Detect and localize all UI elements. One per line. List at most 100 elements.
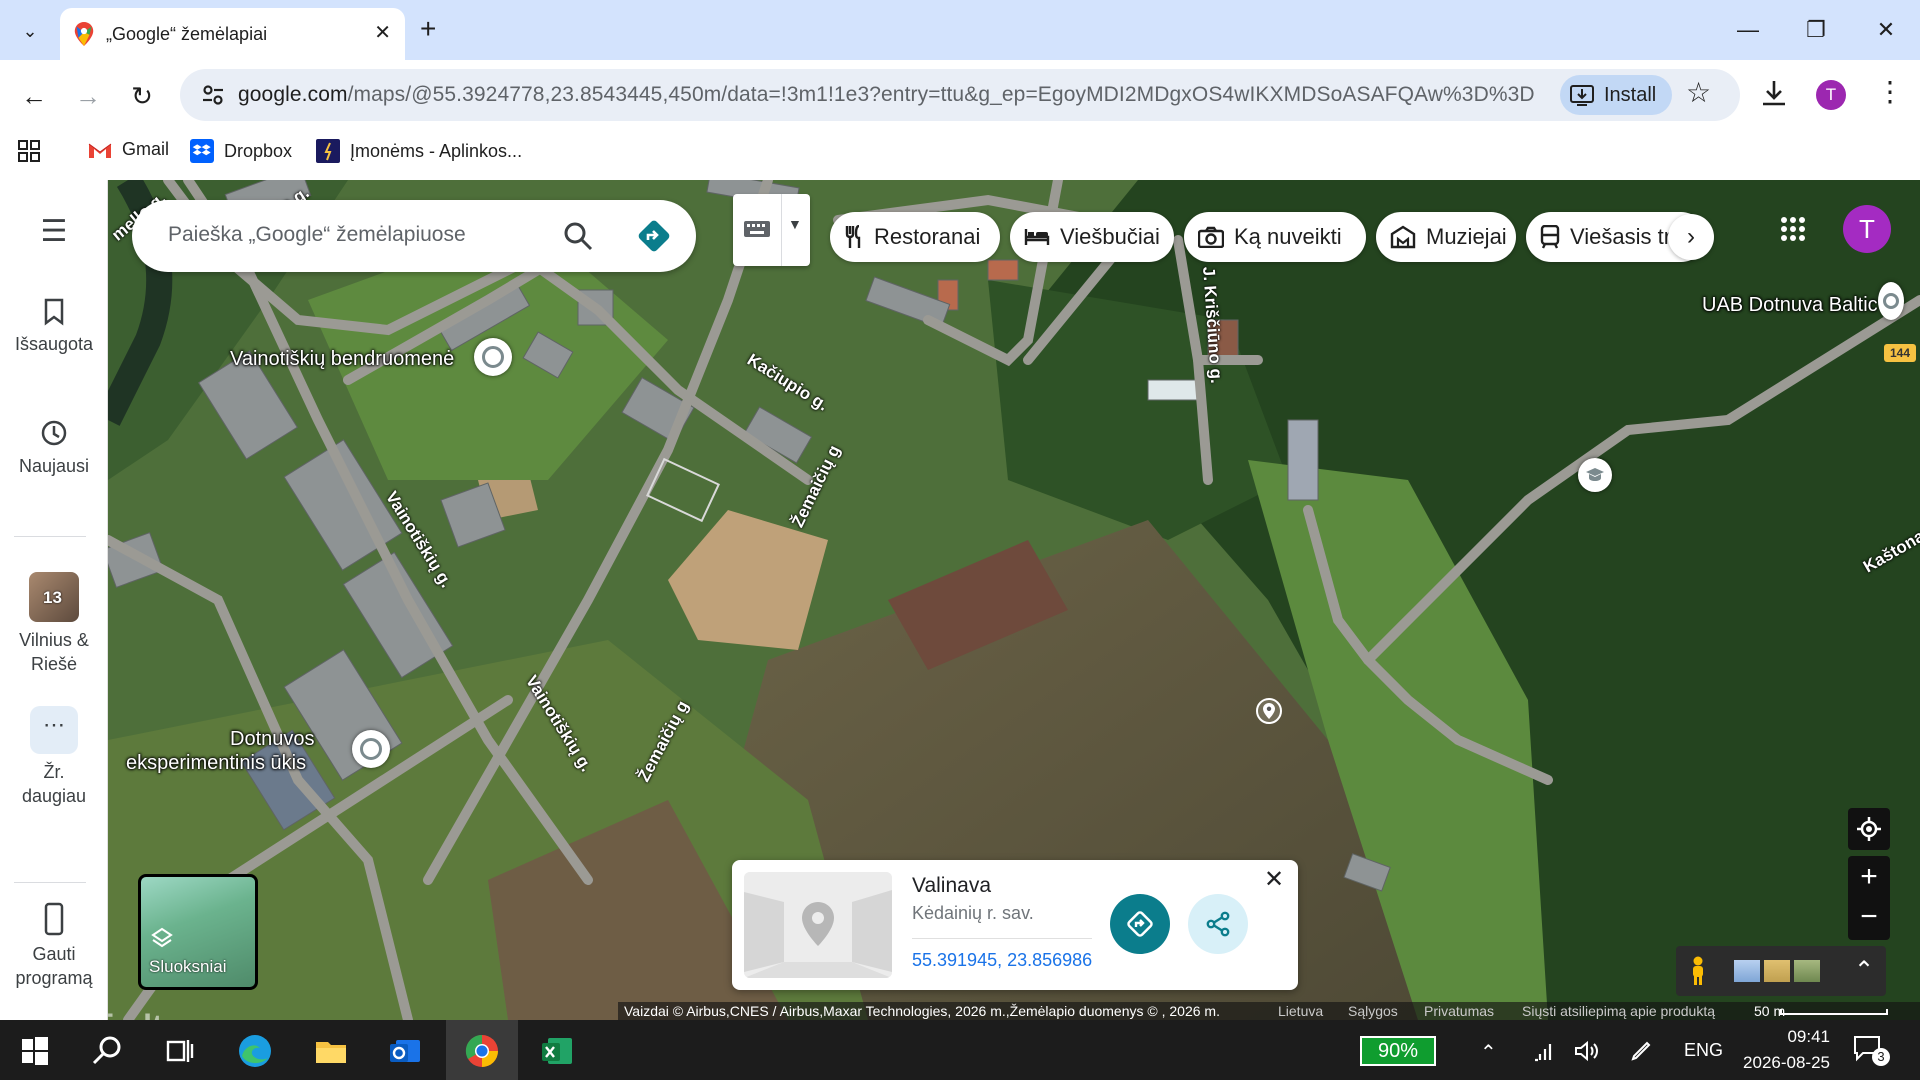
chrome-icon[interactable]	[459, 1028, 505, 1074]
search-input[interactable]: Paieška „Google“ žemėlapiuose	[168, 223, 466, 247]
place-label-uab-dotnuva-baltic[interactable]: UAB Dotnuva Baltic	[1702, 294, 1878, 317]
share-icon	[1206, 911, 1230, 937]
tab-search-chevron-icon[interactable]: ⌄	[10, 11, 50, 51]
close-window-icon[interactable]: ✕	[1856, 10, 1916, 50]
card-directions-button[interactable]	[1110, 894, 1170, 954]
search-icon[interactable]	[562, 220, 594, 252]
road-number-badge: 144	[1884, 344, 1916, 362]
url-text[interactable]: google.com/maps/@55.3924778,23.8543445,4…	[238, 83, 1535, 107]
chip-museums[interactable]: Muziejai	[1376, 212, 1516, 262]
privacy-link[interactable]: Privatumas	[1424, 1003, 1494, 1019]
tray-overflow-icon[interactable]: ⌃	[1480, 1040, 1497, 1065]
dropbox-icon	[190, 139, 214, 163]
place-thumbnail[interactable]	[744, 872, 892, 978]
place-pin-icon[interactable]	[474, 338, 512, 376]
volume-icon[interactable]	[1574, 1040, 1600, 1062]
hamburger-menu-icon[interactable]: ☰	[0, 217, 108, 247]
forward-arrow-icon[interactable]: →	[68, 76, 108, 116]
pegman-icon[interactable]	[1688, 956, 1708, 986]
place-label-dotnuvos[interactable]: Dotnuvos	[230, 728, 315, 751]
bookmark-gmail[interactable]: Gmail	[88, 139, 169, 160]
excel-icon[interactable]	[534, 1028, 580, 1074]
browser-profile-avatar[interactable]: T	[1816, 80, 1846, 110]
saved-button[interactable]: Išsaugota	[0, 298, 108, 356]
search-icon[interactable]	[84, 1028, 130, 1074]
maps-search-box[interactable]: Paieška „Google“ žemėlapiuose	[132, 200, 696, 272]
reload-icon[interactable]: ↻	[122, 76, 162, 116]
notifications-button[interactable]: 3	[1852, 1034, 1892, 1068]
maps-side-rail: ☰ Išsaugota Naujausi 13 Vilnius & Riešė …	[0, 180, 108, 1020]
dropped-pin-marker-icon[interactable]	[1256, 698, 1282, 724]
minimize-icon[interactable]: —	[1718, 10, 1778, 50]
network-icon[interactable]	[1532, 1040, 1556, 1062]
place-name: Valinava	[912, 874, 991, 897]
restore-icon[interactable]: ❐	[1786, 10, 1846, 50]
bookmark-star-icon[interactable]: ☆	[1686, 78, 1711, 108]
more-button[interactable]: ⋯ Žr. daugiau	[0, 706, 108, 808]
dropdown-caret-icon[interactable]: ▼	[788, 216, 802, 232]
input-tools-button[interactable]: ▼	[733, 194, 810, 266]
place-coordinates-link[interactable]: 55.391945, 23.856986	[912, 950, 1092, 971]
chip-restaurants[interactable]: Restoranai	[830, 212, 1000, 262]
country-link[interactable]: Lietuva	[1278, 1003, 1323, 1019]
url-path: /maps/@55.3924778,23.8543445,450m/data=!…	[347, 83, 1535, 106]
terms-link[interactable]: Sąlygos	[1348, 1003, 1398, 1019]
imagery-strip: ⌃	[1676, 946, 1886, 996]
download-icon[interactable]	[1760, 78, 1788, 108]
google-account-avatar[interactable]: T	[1843, 205, 1891, 253]
trip-label: Vilnius & Riešė	[19, 630, 89, 674]
install-app-button[interactable]: Install	[1560, 75, 1672, 115]
tab-close-icon[interactable]: ✕	[374, 22, 391, 44]
place-pin-icon[interactable]	[1878, 282, 1904, 320]
imagery-thumb[interactable]	[1794, 960, 1820, 982]
imagery-thumb[interactable]	[1764, 960, 1790, 982]
directions-icon[interactable]	[636, 218, 672, 254]
browser-tab[interactable]: „Google“ žemėlapiai ✕	[60, 8, 405, 60]
gmail-icon	[88, 143, 112, 158]
bookmark-dropbox[interactable]: Dropbox	[190, 139, 292, 163]
chip-hotels[interactable]: Viešbučiai	[1010, 212, 1174, 262]
windows-start-icon[interactable]	[12, 1028, 58, 1074]
expand-up-icon[interactable]: ⌃	[1854, 956, 1874, 985]
apps-grid-icon[interactable]	[18, 140, 40, 162]
my-location-button[interactable]	[1848, 808, 1890, 850]
input-language[interactable]: ENG	[1684, 1040, 1723, 1061]
place-info-card[interactable]: Valinava Kėdainių r. sav. 55.391945, 23.…	[732, 860, 1298, 990]
chip-label: Viešasis tr	[1570, 224, 1672, 249]
trip-list-button[interactable]: 13 Vilnius & Riešė	[0, 572, 108, 676]
place-pin-icon[interactable]	[352, 730, 390, 768]
school-pin-icon[interactable]	[1578, 458, 1612, 492]
battery-indicator[interactable]: 90%	[1360, 1036, 1436, 1066]
get-app-button[interactable]: Gauti programą	[0, 902, 108, 990]
system-clock[interactable]: 09:41 2026-08-25	[1740, 1024, 1830, 1076]
install-icon	[1570, 85, 1594, 106]
site-settings-icon[interactable]	[200, 82, 226, 108]
zoom-in-icon[interactable]: +	[1860, 856, 1878, 898]
place-region: Kėdainių r. sav.	[912, 903, 1034, 923]
file-explorer-icon[interactable]	[308, 1028, 354, 1074]
place-label-vainotiskiu-bendruomene[interactable]: Vainotiškių bendruomenė	[230, 348, 454, 371]
edge-browser-icon[interactable]	[232, 1028, 278, 1074]
pen-icon[interactable]	[1630, 1040, 1654, 1062]
card-close-icon[interactable]: ✕	[1264, 868, 1284, 892]
chip-things-to-do[interactable]: Ką nuveikti	[1184, 212, 1366, 262]
zoom-out-icon[interactable]: −	[1860, 898, 1878, 940]
task-view-icon[interactable]	[156, 1028, 202, 1074]
history-icon	[41, 420, 67, 446]
address-bar[interactable]: google.com/maps/@55.3924778,23.8543445,4…	[180, 69, 1740, 121]
place-label-eksperimentinis-ukis[interactable]: eksperimentinis ūkis	[126, 752, 306, 775]
browser-menu-icon[interactable]: ⋮	[1876, 77, 1904, 107]
card-share-button[interactable]	[1188, 894, 1248, 954]
chips-next-chevron-icon[interactable]: ›	[1668, 214, 1714, 260]
feedback-link[interactable]: Siųsti atsiliepimą apie produktą	[1522, 1003, 1715, 1019]
get-app-label: Gauti programą	[15, 944, 93, 988]
bookmark-imonems[interactable]: Įmonėms - Aplinkos...	[316, 139, 522, 163]
google-apps-icon[interactable]	[1780, 216, 1806, 242]
new-tab-plus-icon[interactable]: +	[420, 14, 436, 44]
hotel-bed-icon	[1024, 229, 1050, 245]
back-arrow-icon[interactable]: ←	[14, 76, 54, 116]
layers-button[interactable]: Sluoksniai	[138, 874, 258, 990]
recent-button[interactable]: Naujausi	[0, 418, 108, 478]
imagery-thumb[interactable]	[1734, 960, 1760, 982]
outlook-icon[interactable]	[382, 1028, 428, 1074]
